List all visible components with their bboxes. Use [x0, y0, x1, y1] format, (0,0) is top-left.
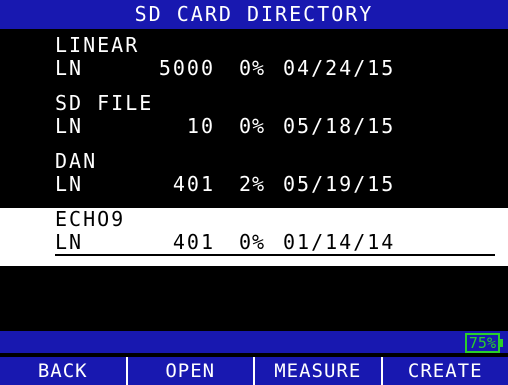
open-folder-icon	[7, 229, 33, 247]
battery-indicator: 75%	[464, 333, 504, 353]
file-entry-sd-file[interactable]: SD FILE LN 10 0% 05/18/15	[0, 92, 508, 150]
file-percent: 0%	[239, 114, 266, 138]
file-date: 05/19/15	[283, 172, 396, 196]
file-count: 401	[172, 230, 215, 254]
file-entry-dan[interactable]: DAN LN 401 2% 05/19/15	[0, 150, 508, 208]
file-type: LN	[55, 114, 84, 138]
file-details: LN 5000 0% 04/24/15	[55, 56, 495, 80]
file-percent: 0%	[239, 230, 266, 254]
file-name: ECHO9	[55, 207, 126, 231]
file-count: 10	[186, 114, 215, 138]
file-percent: 0%	[239, 56, 266, 80]
file-date: 05/18/15	[283, 114, 396, 138]
file-type: LN	[55, 172, 84, 196]
status-bar: 75%	[0, 331, 508, 353]
file-entry-linear[interactable]: LINEAR LN 5000 0% 04/24/15	[0, 34, 508, 92]
file-list: LINEAR LN 5000 0% 04/24/15 SD FILE LN 10…	[0, 34, 508, 266]
title-bar: SD CARD DIRECTORY	[0, 0, 508, 29]
file-details: LN 10 0% 05/18/15	[55, 114, 495, 138]
measure-button[interactable]: MEASURE	[253, 357, 381, 385]
file-percent: 2%	[239, 172, 266, 196]
file-count: 5000	[158, 56, 215, 80]
file-name: SD FILE	[55, 91, 154, 115]
create-button[interactable]: CREATE	[380, 357, 508, 385]
file-type: LN	[55, 56, 84, 80]
back-button[interactable]: BACK	[0, 357, 126, 385]
file-entry-echo9[interactable]: ECHO9 LN 401 0% 01/14/14	[0, 208, 508, 266]
battery-level: 75%	[468, 334, 496, 352]
softkey-bar: BACK OPEN MEASURE CREATE	[0, 357, 508, 385]
file-details: LN 401 2% 05/19/15	[55, 172, 495, 196]
file-details: LN 401 0% 01/14/14	[55, 230, 495, 256]
open-button[interactable]: OPEN	[125, 357, 254, 385]
file-name: LINEAR	[55, 33, 140, 57]
file-date: 01/14/14	[283, 230, 396, 254]
file-date: 04/24/15	[283, 56, 396, 80]
page-title: SD CARD DIRECTORY	[134, 2, 374, 26]
file-count: 401	[172, 172, 215, 196]
file-name: DAN	[55, 149, 98, 173]
file-type: LN	[55, 230, 84, 254]
